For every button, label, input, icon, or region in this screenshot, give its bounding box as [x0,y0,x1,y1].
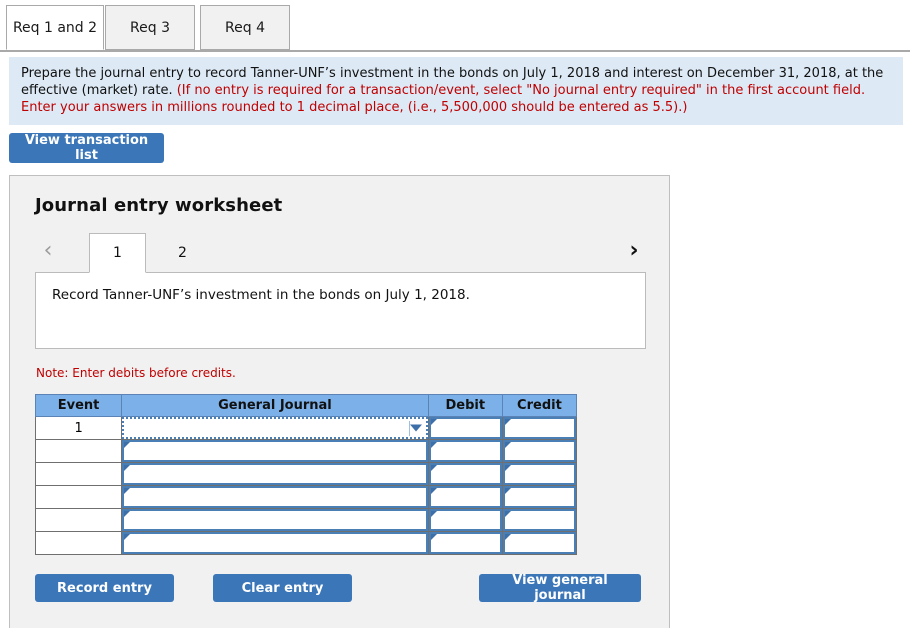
credit-input-6[interactable] [502,532,576,554]
general-journal-cell[interactable] [121,439,429,463]
journal-entry-table: Event General Journal Debit Credit 1 [34,394,578,555]
worksheet-pager: ‹ 1 2 › [10,228,671,273]
record-entry-button[interactable]: Record entry [35,574,174,602]
debit-input-2[interactable] [428,440,502,462]
general-journal-cell[interactable] [121,508,429,532]
credit-input-5[interactable] [502,509,576,531]
credit-cell[interactable] [501,416,578,440]
chevron-down-icon[interactable] [409,424,422,432]
credit-cell[interactable] [501,508,578,532]
credit-cell[interactable] [501,531,578,555]
event-number-cell [34,485,123,509]
table-row: 1 [34,416,578,440]
debit-input-5[interactable] [428,509,502,531]
general-journal-cell[interactable] [121,485,429,509]
general-journal-cell[interactable] [121,416,429,440]
table-row [34,439,578,463]
tab-req-4[interactable]: Req 4 [200,5,290,50]
column-header-event: Event [34,394,123,417]
pager-tab-1[interactable]: 1 [89,233,146,273]
debit-cell[interactable] [427,439,503,463]
debit-cell[interactable] [427,508,503,532]
event-number-cell [34,439,123,463]
table-row [34,531,578,555]
debit-cell[interactable] [427,531,503,555]
debit-cell[interactable] [427,462,503,486]
entry-description-text: Record Tanner-UNF’s investment in the bo… [52,287,470,303]
credit-cell[interactable] [501,462,578,486]
general-journal-cell[interactable] [121,531,429,555]
account-select-5[interactable] [122,509,428,531]
tabstrip-underline [0,50,910,52]
account-select-3[interactable] [122,463,428,485]
column-header-debit: Debit [427,394,503,417]
tab-label: Req 1 and 2 [12,19,98,36]
chevron-left-icon[interactable]: ‹ [34,236,62,266]
page-title: Journal entry worksheet [35,195,283,216]
chevron-right-icon[interactable]: › [620,236,648,266]
event-number-cell [34,462,123,486]
pager-tab-2[interactable]: 2 [154,233,211,273]
credit-input-2[interactable] [502,440,576,462]
account-select-1[interactable] [122,417,428,439]
debit-cell[interactable] [427,485,503,509]
table-row [34,462,578,486]
credit-cell[interactable] [501,439,578,463]
column-header-credit: Credit [501,394,578,417]
debit-input-4[interactable] [428,486,502,508]
column-header-general-journal: General Journal [121,394,429,417]
event-number-cell [34,508,123,532]
tab-label: Req 3 [130,19,170,36]
event-number-cell: 1 [34,416,123,440]
credit-cell[interactable] [501,485,578,509]
credit-input-3[interactable] [502,463,576,485]
general-journal-cell[interactable] [121,462,429,486]
debit-input-3[interactable] [428,463,502,485]
debit-input-6[interactable] [428,532,502,554]
journal-entry-worksheet-panel: Journal entry worksheet ‹ 1 2 › Record T… [9,175,670,628]
entry-description-box: Record Tanner-UNF’s investment in the bo… [35,273,646,349]
credit-input-4[interactable] [502,486,576,508]
instruction-banner: Prepare the journal entry to record Tann… [9,57,903,125]
debit-input-1[interactable] [428,417,502,439]
pager-tab-label: 2 [178,245,187,261]
view-transaction-list-button[interactable]: View transaction list [9,133,164,163]
debit-cell[interactable] [427,416,503,440]
clear-entry-button[interactable]: Clear entry [213,574,352,602]
view-general-journal-button[interactable]: View general journal [479,573,641,603]
table-header-row: Event General Journal Debit Credit [34,394,578,417]
tab-req-3[interactable]: Req 3 [105,5,195,50]
credit-input-1[interactable] [502,417,576,439]
debits-before-credits-note: Note: Enter debits before credits. [36,366,236,380]
pager-tab-label: 1 [113,245,122,261]
account-select-4[interactable] [122,486,428,508]
table-row [34,508,578,532]
tab-req-1-and-2[interactable]: Req 1 and 2 [6,5,104,50]
requirement-tabstrip: Req 1 and 2 Req 3 Req 4 [0,0,910,52]
table-row [34,485,578,509]
event-number-cell [34,531,123,555]
account-select-2[interactable] [122,440,428,462]
tab-label: Req 4 [225,19,265,36]
account-select-6[interactable] [122,532,428,554]
